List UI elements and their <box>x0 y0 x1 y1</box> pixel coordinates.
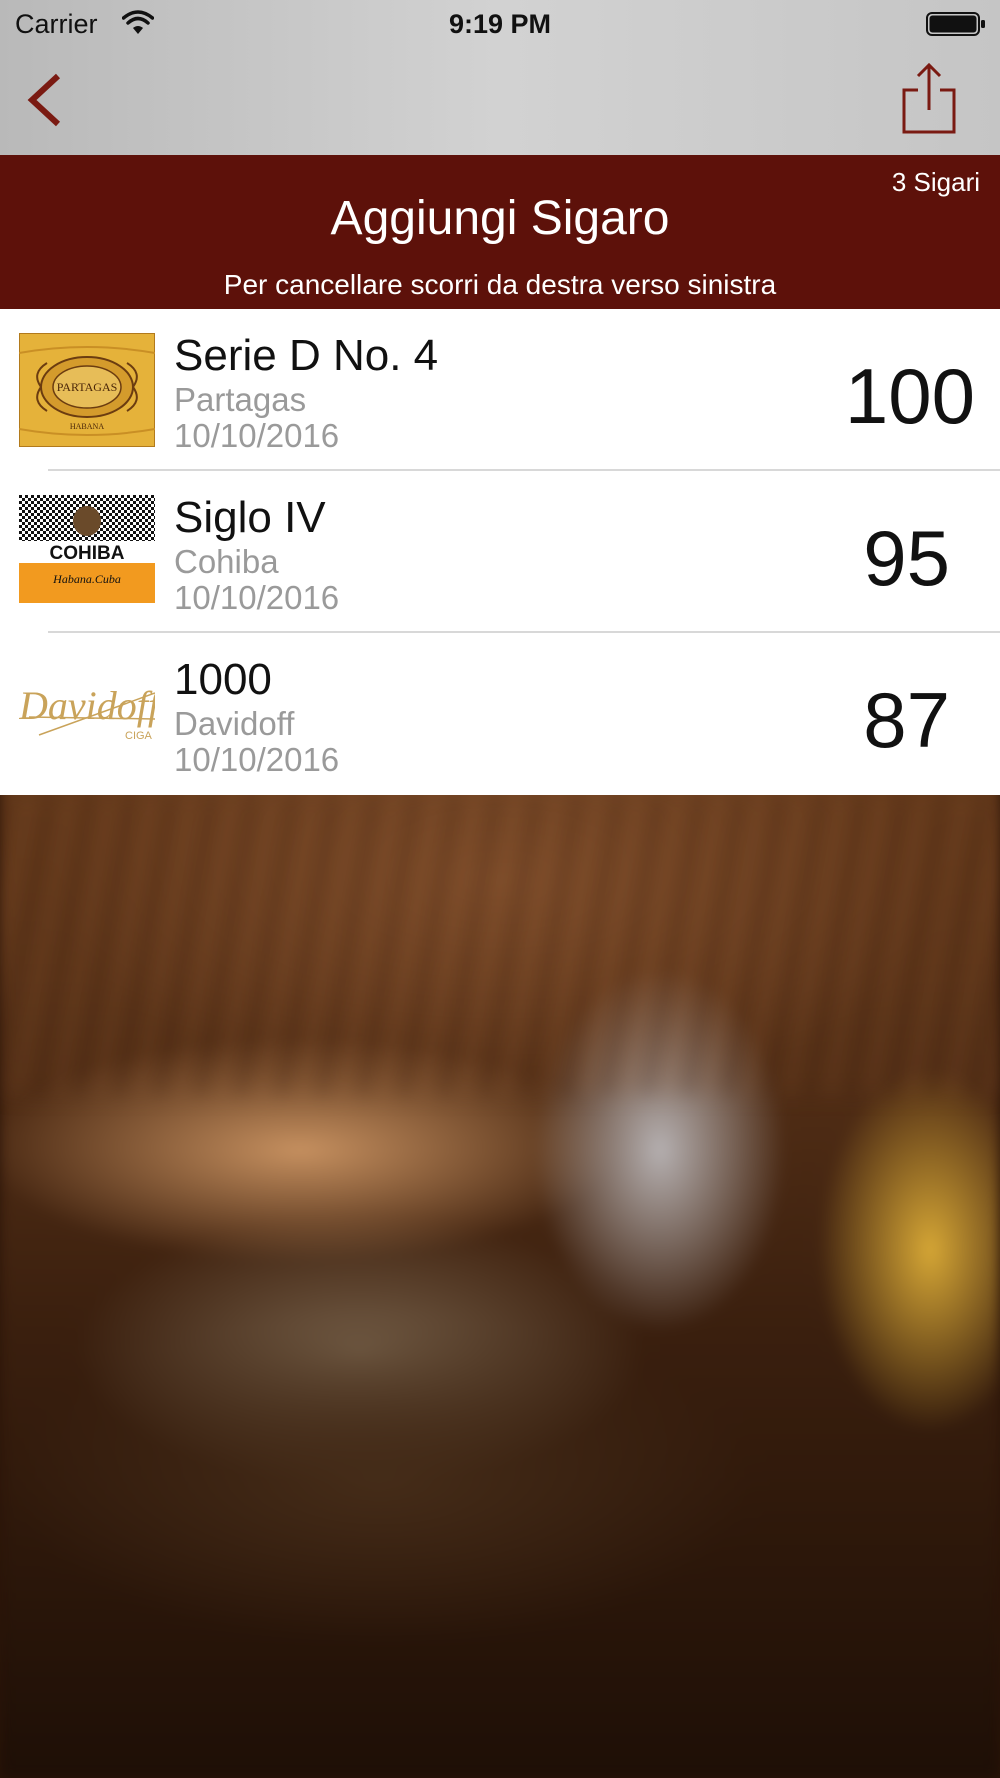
navigation-bar: Carrier 9:19 PM <box>0 0 1000 155</box>
cigar-row-partagas[interactable]: PARTAGAS HABANA Serie D No. 4 Partagas 1… <box>0 309 1000 471</box>
background-photo-texture <box>0 795 1000 1095</box>
cigar-name: 1000 <box>174 655 272 704</box>
cigar-score: 95 <box>863 514 950 602</box>
cigar-list: PARTAGAS HABANA Serie D No. 4 Partagas 1… <box>0 309 1000 795</box>
partagas-logo-text: PARTAGAS <box>57 380 118 394</box>
cigar-brand: Cohiba <box>174 543 279 580</box>
davidoff-logo-text: Davidoff <box>19 683 155 728</box>
cohiba-logo-text: COHIBA <box>50 543 125 564</box>
share-icon <box>902 62 956 134</box>
davidoff-logo: Davidoff CIGA <box>19 657 155 771</box>
davidoff-logo-subtext: CIGA <box>125 730 153 742</box>
cigar-row-cohiba[interactable]: COHIBA Habana.Cuba Siglo IV Cohiba 10/10… <box>0 471 1000 633</box>
add-cigar-title[interactable]: Aggiungi Sigaro <box>0 191 1000 246</box>
cigar-date: 10/10/2016 <box>174 579 340 616</box>
battery-icon <box>926 12 985 36</box>
cigar-brand: Partagas <box>174 381 307 418</box>
status-bar: Carrier 9:19 PM <box>0 0 1000 48</box>
cigar-date: 10/10/2016 <box>174 417 340 454</box>
cohiba-logo: COHIBA Habana.Cuba <box>19 495 155 609</box>
partagas-logo-subtext: HABANA <box>70 422 104 431</box>
swipe-hint: Per cancellare scorri da destra verso si… <box>223 269 777 300</box>
cigar-score: 100 <box>844 352 975 440</box>
share-button[interactable] <box>898 62 960 136</box>
partagas-logo: PARTAGAS HABANA <box>19 333 155 447</box>
cigar-date: 10/10/2016 <box>174 741 340 778</box>
header-band: 3 Sigari Aggiungi Sigaro Per cancellare … <box>0 155 1000 309</box>
cigar-name: Serie D No. 4 <box>174 331 439 380</box>
cohiba-logo-subtext: Habana.Cuba <box>52 572 121 586</box>
cigar-brand: Davidoff <box>174 705 295 742</box>
cigar-name: Siglo IV <box>174 493 326 542</box>
cigar-row-davidoff[interactable]: Davidoff CIGA 1000 Davidoff 10/10/2016 8… <box>0 633 1000 795</box>
clock-time: 9:19 PM <box>448 9 552 39</box>
cigar-score: 87 <box>863 676 950 764</box>
back-button[interactable] <box>20 70 70 130</box>
chevron-left-icon <box>27 73 61 127</box>
